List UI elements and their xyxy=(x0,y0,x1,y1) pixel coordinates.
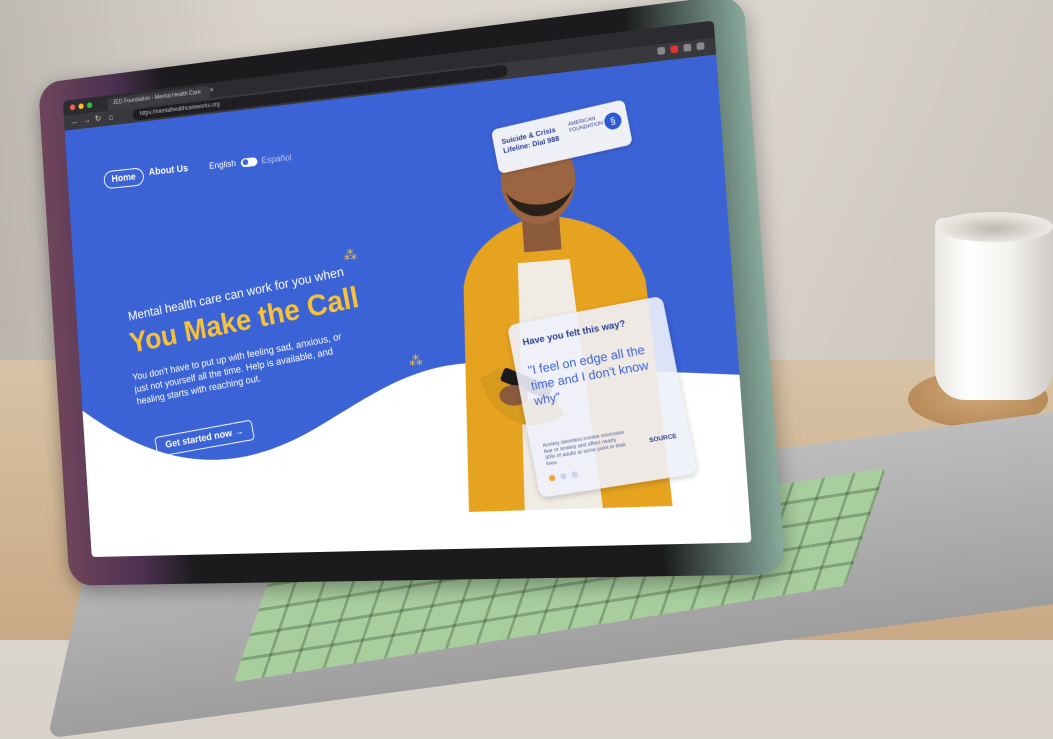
card-title: Have you felt this way? xyxy=(521,317,627,348)
carousel-dot-active[interactable] xyxy=(548,474,556,482)
card-quote: "I feel on edge all the time and I don't… xyxy=(526,342,650,409)
carousel-dots xyxy=(548,470,579,482)
card-fine-print: Anxiety disorders involve excessive fear… xyxy=(542,429,627,468)
laptop-screen: JED Foundation - Mental Health Care × ← … xyxy=(62,20,752,558)
web-page: Home About Us English Español ⁂ ⁂ Mental… xyxy=(64,54,752,558)
extension-icon[interactable] xyxy=(683,43,692,52)
forward-icon[interactable]: → xyxy=(83,115,91,125)
mug-rim xyxy=(935,212,1053,242)
reload-icon[interactable]: ↻ xyxy=(94,113,101,124)
back-icon[interactable]: ← xyxy=(71,116,79,126)
carousel-dot[interactable] xyxy=(571,470,579,479)
coffee-mug xyxy=(935,218,1053,400)
window-controls xyxy=(69,102,93,111)
extension-icon[interactable] xyxy=(657,46,666,55)
language-toggle[interactable] xyxy=(240,156,258,168)
crisis-lifeline-text: Suicide & Crisis Lifeline: Dial 988 xyxy=(501,124,565,156)
close-window-icon[interactable] xyxy=(69,104,76,111)
extensions-area xyxy=(657,41,705,55)
maximize-window-icon[interactable] xyxy=(86,102,93,109)
sparkle-icon: ⁂ xyxy=(343,246,358,264)
extension-icon[interactable] xyxy=(670,45,679,54)
foundation-name: AMERICAN FOUNDATION xyxy=(567,115,604,134)
minimize-window-icon[interactable] xyxy=(78,103,84,110)
home-icon[interactable]: ⌂ xyxy=(108,112,113,122)
carousel-dot[interactable] xyxy=(559,472,568,480)
close-tab-icon[interactable]: × xyxy=(209,85,214,94)
card-source-link[interactable]: SOURCE xyxy=(649,433,678,444)
laptop-lid: JED Foundation - Mental Health Care × ← … xyxy=(38,0,786,586)
foundation-logo-icon: § xyxy=(602,110,623,132)
sparkle-icon: ⁂ xyxy=(408,351,424,369)
extension-icon[interactable] xyxy=(696,41,705,51)
